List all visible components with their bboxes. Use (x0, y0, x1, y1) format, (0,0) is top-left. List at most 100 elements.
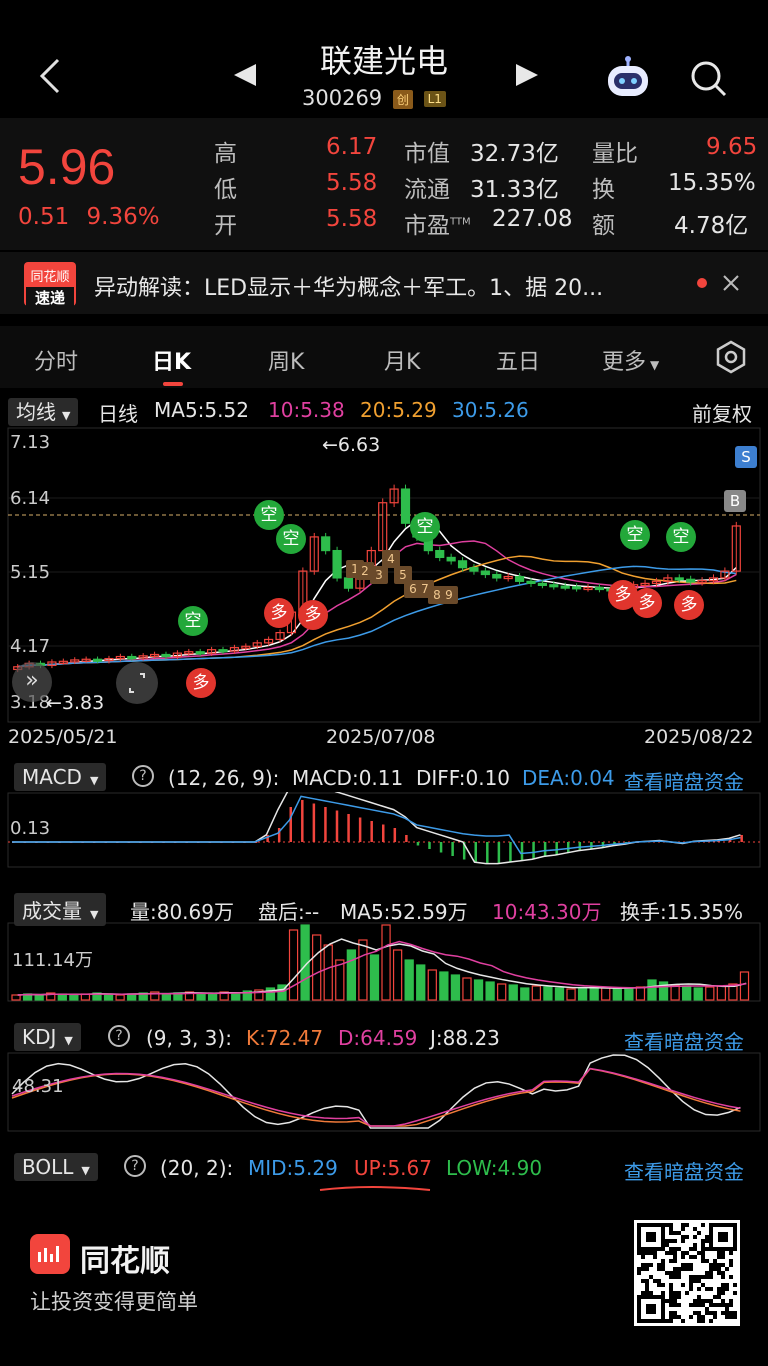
qr-module (721, 1271, 725, 1275)
close-icon[interactable] (722, 274, 740, 292)
short-signal-badge[interactable]: 空 (410, 512, 440, 542)
volume-ma5: MA5:52.59万 (340, 900, 468, 924)
boll-dark-pool-link[interactable]: 查看暗盘资金 (624, 1156, 744, 1185)
low-label: 低 (214, 177, 237, 203)
next-stock-icon[interactable] (516, 64, 538, 86)
short-signal-badge[interactable]: 空 (276, 524, 306, 554)
pe-label: 市盈TTM (404, 206, 471, 240)
adjust-mode[interactable]: 前复权 (692, 398, 752, 427)
qr-module (669, 1299, 673, 1303)
news-ticker[interactable]: 同花顺 速递 异动解读：LED显示＋华为概念＋军工。1、据 20... (0, 252, 768, 314)
tab-more-label: 更多 (602, 350, 647, 375)
qr-module (689, 1263, 693, 1267)
qr-module (721, 1303, 725, 1307)
volume-bar (323, 944, 333, 1001)
macd-bar (486, 842, 489, 863)
qr-module (701, 1259, 705, 1263)
buy-signal-badge[interactable]: B (724, 490, 746, 512)
chart-settings-icon[interactable] (714, 340, 748, 374)
fullscreen-icon[interactable] (116, 662, 158, 704)
volume-bar (601, 987, 611, 1001)
volume-bar (392, 949, 403, 1001)
macd-chart[interactable] (0, 792, 768, 868)
qr-module (709, 1267, 713, 1271)
qr-module (649, 1275, 653, 1279)
qr-module (661, 1263, 665, 1267)
wave-number-badge: 3 (370, 566, 388, 584)
kdj-help-icon[interactable]: ? (108, 1025, 130, 1047)
chevron-down-icon: ▼ (650, 358, 660, 372)
qr-module (637, 1267, 641, 1271)
qr-module (721, 1311, 725, 1315)
amount-label: 额 (592, 213, 615, 239)
tab-daily-k[interactable]: 日K (152, 344, 191, 376)
qr-module (649, 1291, 653, 1295)
tab-five-day[interactable]: 五日 (496, 344, 540, 376)
qr-module (677, 1275, 681, 1279)
macd-bar (301, 800, 304, 842)
qr-module (685, 1291, 689, 1295)
qr-module (669, 1227, 673, 1231)
qr-module (693, 1299, 697, 1303)
current-price: 5.96 (18, 139, 116, 195)
tab-monthly-k[interactable]: 月K (384, 344, 420, 376)
volume-bar (381, 924, 391, 1001)
qr-module (669, 1275, 673, 1279)
volume-bar (115, 994, 125, 1001)
qr-module (697, 1295, 701, 1299)
macd-bar (312, 803, 316, 842)
short-signal-badge[interactable]: 空 (620, 520, 650, 550)
qr-module (733, 1283, 737, 1287)
tab-weekly-k[interactable]: 周K (268, 344, 304, 376)
long-signal-badge[interactable]: 多 (186, 668, 216, 698)
robot-assistant-icon[interactable] (604, 56, 652, 100)
amount-value: 4.78亿 (674, 213, 749, 239)
qr-module (677, 1295, 681, 1299)
short-signal-badge[interactable]: 空 (666, 522, 696, 552)
top-bar: 联建光电 300269 创 L1 (0, 0, 768, 118)
kdj-selector[interactable]: KDJ ▼ (14, 1023, 81, 1051)
boll-help-icon[interactable]: ? (124, 1155, 146, 1177)
min-price-marker: ←3.83 (46, 692, 105, 714)
qr-module (665, 1239, 669, 1243)
macd-help-icon[interactable]: ? (132, 765, 154, 787)
kline-y-label-4: 4.17 (10, 636, 51, 657)
qr-module (689, 1275, 693, 1279)
volume-chart[interactable] (0, 922, 768, 1002)
search-icon[interactable] (688, 58, 728, 98)
short-signal-badge[interactable]: 空 (254, 500, 284, 530)
ma-selector[interactable]: 均线 ▼ (8, 398, 79, 426)
long-signal-badge[interactable]: 多 (632, 588, 662, 618)
long-signal-badge[interactable]: 多 (674, 590, 704, 620)
candle-body (674, 577, 684, 581)
boll-selector[interactable]: BOLL ▼ (14, 1153, 98, 1181)
short-signal-badge[interactable]: 空 (178, 606, 208, 636)
qr-module (701, 1303, 705, 1307)
long-signal-badge[interactable]: 多 (264, 598, 294, 628)
qr-module (661, 1259, 665, 1263)
kdj-dark-pool-link[interactable]: 查看暗盘资金 (624, 1026, 744, 1055)
qr-module (641, 1263, 645, 1267)
qr-module (665, 1223, 669, 1227)
qr-module (705, 1247, 709, 1251)
mktcap-label: 市值 (404, 141, 450, 167)
expand-arrows-icon[interactable]: » (12, 662, 52, 702)
qr-module (681, 1227, 685, 1231)
tab-fenshi[interactable]: 分时 (34, 344, 78, 376)
sell-signal-badge[interactable]: S (735, 446, 757, 468)
kdj-chart[interactable] (0, 1052, 768, 1132)
ma5-value: MA5:5.52 (154, 398, 249, 422)
qr-module (725, 1315, 729, 1319)
qr-module (697, 1303, 701, 1307)
tab-more[interactable]: 更多 ▼ (602, 344, 659, 376)
long-signal-badge[interactable]: 多 (298, 600, 328, 630)
boll-line-fragment (319, 1186, 431, 1191)
macd-bar (382, 824, 385, 842)
macd-selector[interactable]: MACD ▼ (14, 763, 107, 791)
qr-finder-center (718, 1232, 728, 1242)
qr-module (669, 1287, 673, 1291)
macd-bar (428, 842, 431, 849)
open-value: 5.58 (326, 206, 378, 232)
qr-module (661, 1283, 665, 1287)
macd-dark-pool-link[interactable]: 查看暗盘资金 (624, 766, 744, 795)
